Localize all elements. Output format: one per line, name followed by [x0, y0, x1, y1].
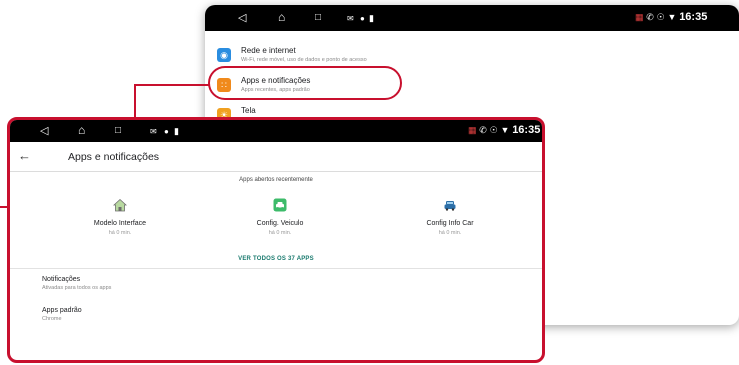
phone-icon: ✆ [479, 125, 487, 135]
recents-nav-icon[interactable]: □ [315, 12, 321, 24]
recent-app-config-info-car[interactable]: Config Info Car há 0 min. [390, 198, 510, 236]
back-status-right: ▦ ✆ ☉ ▼ 16:35 [635, 11, 707, 23]
app-time: há 0 min. [438, 230, 462, 236]
location-icon: ☉ [489, 125, 498, 135]
pref-title: Apps padrão [42, 307, 82, 314]
car-settings-icon [273, 198, 287, 212]
connector-line [134, 84, 136, 118]
pref-subtitle: Chrome [42, 316, 62, 322]
back-nav-icon[interactable]: ◁ [238, 12, 246, 24]
no-signal-icon: ▦ [468, 125, 477, 135]
front-status-bar: ◁ ⌂ □ ✉ ● ▮ ▦ ✆ ☉ ▼ 16:35 [10, 120, 542, 142]
app-bar: ← Apps e notificações [10, 142, 542, 172]
back-clock: 16:35 [679, 11, 708, 23]
location-icon: ● [360, 14, 365, 23]
pref-title: Notificações [42, 276, 81, 283]
location-icon: ☉ [656, 12, 665, 22]
wifi-icon: ◉ [217, 48, 231, 62]
front-status-right: ▦ ✆ ☉ ▼ 16:35 [468, 124, 540, 136]
app-name: Config. Veiculo [256, 220, 304, 227]
phone-icon: ✆ [646, 12, 654, 22]
home-nav-icon[interactable]: ⌂ [278, 11, 285, 23]
highlight-ring [208, 66, 402, 100]
divider [10, 268, 542, 269]
no-signal-icon: ▦ [635, 12, 644, 22]
home-nav-icon[interactable]: ⌂ [78, 124, 85, 136]
battery-icon: ▮ [174, 126, 179, 136]
pref-notifications[interactable]: Notificações Ativadas para todos os apps [42, 276, 111, 291]
recent-apps-header: Apps abertos recentemente [239, 177, 313, 183]
pref-default-apps[interactable]: Apps padrão Chrome [42, 307, 82, 322]
app-name: Config Info Car [426, 220, 474, 227]
front-clock: 16:35 [512, 124, 541, 136]
back-arrow-icon[interactable]: ← [18, 148, 31, 163]
recent-app-config-veiculo[interactable]: Config. Veiculo há 0 min. [220, 198, 340, 236]
connector-line [134, 84, 209, 86]
app-time: há 0 min. [108, 230, 132, 236]
settings-item-subtitle: Wi-Fi, rede móvel, uso de dados e ponto … [241, 57, 367, 63]
back-nav-icon[interactable]: ◁ [40, 125, 48, 137]
stage: ◁ ⌂ □ ✉ ● ▮ ▦ ✆ ☉ ▼ 16:35 ◉ Rede e inter… [0, 0, 739, 365]
recents-nav-icon[interactable]: □ [115, 125, 121, 137]
page-title: Apps e notificações [68, 151, 160, 163]
message-icon: ✉ [347, 14, 354, 23]
app-name: Modelo Interface [93, 220, 147, 227]
location-icon: ● [164, 127, 169, 136]
home-icon [113, 198, 127, 212]
back-status-bar: ◁ ⌂ □ ✉ ● ▮ ▦ ✆ ☉ ▼ 16:35 [205, 5, 739, 31]
wifi-icon: ▼ [500, 125, 510, 135]
front-screen: ◁ ⌂ □ ✉ ● ▮ ▦ ✆ ☉ ▼ 16:35 ← Apps e notif… [7, 117, 545, 363]
app-time: há 0 min. [268, 230, 292, 236]
see-all-apps-button[interactable]: VER TODOS OS 37 APPS [10, 256, 542, 262]
message-icon: ✉ [150, 127, 157, 136]
pref-subtitle: Ativadas para todos os apps [42, 285, 112, 291]
wifi-icon: ▼ [667, 12, 677, 22]
recent-app-modelo-interface[interactable]: Modelo Interface há 0 min. [60, 198, 180, 236]
settings-item-title: Rede e internet [241, 46, 296, 55]
battery-icon: ▮ [369, 13, 374, 23]
car-icon [444, 201, 456, 211]
settings-item-title: Tela [241, 106, 256, 115]
